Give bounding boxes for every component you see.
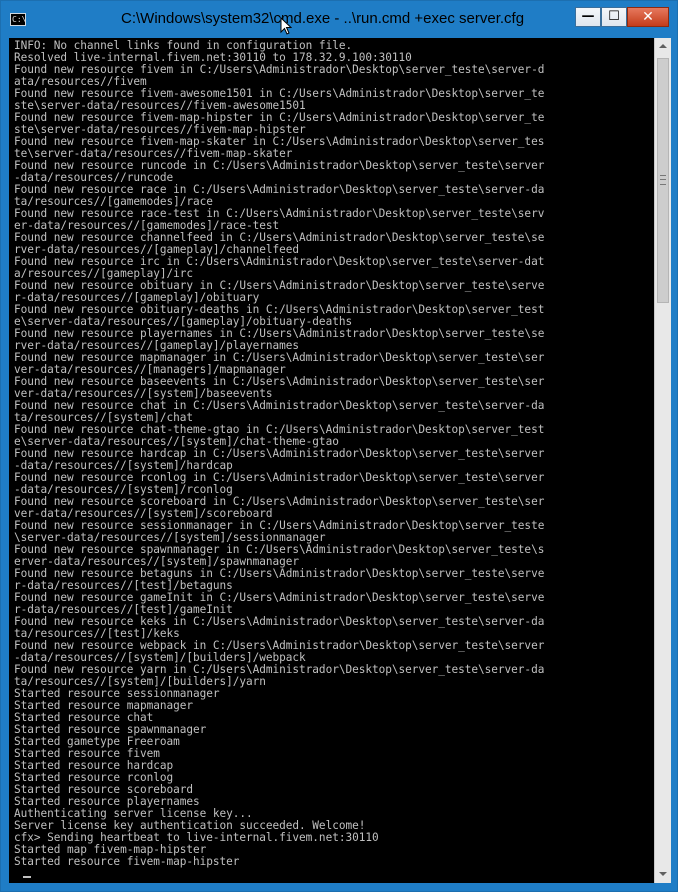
minimize-icon: —: [581, 9, 595, 24]
console-text: INFO: No channel links found in configur…: [9, 38, 654, 868]
grip-icon: [660, 175, 666, 185]
scroll-up-arrow-icon: [659, 44, 667, 48]
maximize-icon: ☐: [608, 9, 620, 24]
minimize-button[interactable]: —: [575, 7, 601, 27]
scroll-down-arrow-icon: [659, 872, 667, 876]
text-cursor: [23, 876, 31, 878]
console-line: Started resource fivem-map-hipster: [14, 855, 240, 868]
window-title: C:\Windows\system32\cmd.exe - ..\run.cmd…: [121, 10, 525, 27]
title-bar[interactable]: C:\ C:\Windows\system32\cmd.exe - ..\run…: [1, 1, 677, 37]
scrollbar-thumb[interactable]: [657, 58, 669, 303]
mouse-pointer-icon: [280, 17, 292, 35]
scroll-up-button[interactable]: [655, 38, 671, 55]
console-output[interactable]: INFO: No channel links found in configur…: [9, 38, 654, 883]
vertical-scrollbar[interactable]: [654, 38, 671, 883]
close-icon: ✕: [642, 9, 654, 25]
maximize-button[interactable]: ☐: [601, 7, 627, 27]
scroll-down-button[interactable]: [655, 866, 671, 883]
cmd-app-icon[interactable]: C:\: [10, 13, 26, 26]
close-button[interactable]: ✕: [627, 7, 669, 27]
console-window: C:\ C:\Windows\system32\cmd.exe - ..\run…: [0, 0, 678, 892]
